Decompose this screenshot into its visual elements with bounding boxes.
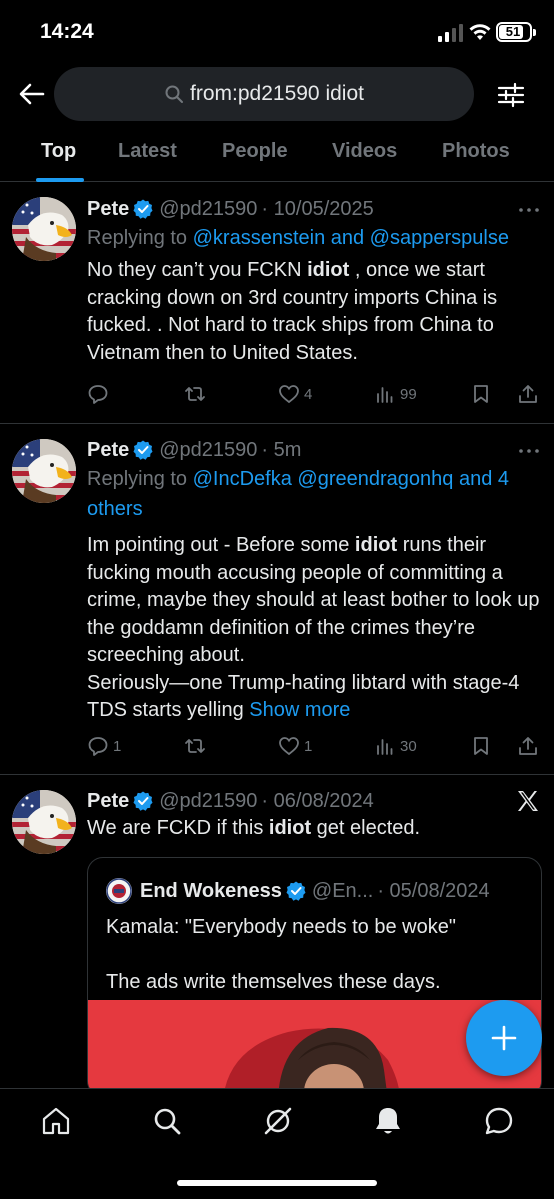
eagle-flag-avatar-icon (12, 197, 76, 261)
battery-icon: 51 (496, 22, 536, 42)
author-name[interactable]: Pete (87, 439, 129, 462)
share-icon (519, 737, 537, 755)
like-button[interactable]: 4 (278, 380, 312, 408)
tweet[interactable]: Pete @pd21590 · 5m Replying to @IncDefka… (0, 424, 554, 775)
battery-level: 51 (505, 24, 521, 39)
heart-icon (279, 737, 299, 756)
more-options-icon[interactable] (518, 448, 540, 454)
tweet-text: No they can’t you FCKN idiot , once we s… (87, 259, 498, 364)
reply-mention-link[interactable]: @krassenstein and @sapperspulse (193, 227, 509, 249)
status-time: 14:24 (40, 20, 94, 43)
verified-badge-icon (133, 791, 153, 811)
home-indicator (177, 1180, 377, 1186)
quote-text: Kamala: "Everybody needs to be woke" The… (106, 916, 456, 993)
eagle-flag-avatar-icon (12, 790, 76, 854)
verified-badge-icon (133, 199, 153, 219)
search-icon (165, 85, 184, 103)
heart-icon (279, 385, 299, 404)
wifi-icon (469, 24, 491, 40)
repost-icon (185, 739, 205, 753)
tab-latest[interactable]: Latest (118, 140, 177, 163)
filter-settings-icon[interactable] (496, 80, 526, 110)
reply-icon (88, 737, 108, 756)
tweet-text: Im pointing out - Before some idiot runs… (87, 534, 540, 721)
bookmark-icon (474, 737, 488, 755)
tweet-actions: 1 1 30 (87, 732, 541, 760)
status-bar: 14:24 51 (0, 0, 554, 64)
x-logo-icon (518, 791, 538, 811)
bookmark-icon (474, 385, 488, 403)
bookmark-button[interactable] (470, 732, 496, 760)
bookmark-button[interactable] (470, 380, 496, 408)
avatar[interactable] (12, 790, 76, 854)
tweet-time: · 06/08/2024 (261, 789, 374, 812)
search-input[interactable]: from:pd21590 idiot (54, 67, 474, 121)
share-button[interactable] (517, 732, 543, 760)
views-chart-icon (377, 387, 393, 403)
tweet-header: Pete @pd21590 · 5m (87, 436, 542, 464)
show-more-link[interactable]: Show more (249, 699, 350, 721)
tab-photos[interactable]: Photos (442, 140, 510, 163)
notifications-bell-icon[interactable] (372, 1105, 404, 1137)
messages-icon[interactable] (483, 1105, 515, 1137)
reply-icon (88, 385, 108, 404)
active-tab-indicator (36, 178, 84, 182)
compose-post-button[interactable] (466, 1000, 542, 1076)
repost-button[interactable] (184, 732, 210, 760)
replying-to: Replying to @krassenstein and @sapperspu… (87, 227, 509, 249)
more-options-icon[interactable] (518, 207, 540, 213)
repost-icon (185, 387, 205, 401)
verified-badge-icon (133, 440, 153, 460)
tweet-text: We are FCKD if this idiot get elected. (87, 817, 421, 839)
search-icon[interactable] (151, 1105, 183, 1137)
seal-avatar-icon (106, 878, 132, 904)
plus-icon (491, 1025, 517, 1051)
avatar[interactable] (12, 439, 76, 503)
quote-author-handle[interactable]: @En... (312, 880, 373, 903)
avatar[interactable] (12, 197, 76, 261)
author-name[interactable]: Pete (87, 198, 129, 221)
quote-header: End Wokeness @En... · 05/08/2024 (88, 876, 541, 906)
tab-top[interactable]: Top (41, 140, 76, 163)
author-name[interactable]: Pete (87, 790, 129, 813)
quote-time: · 05/08/2024 (377, 879, 490, 902)
home-icon[interactable] (40, 1105, 72, 1137)
replying-to: Replying to @IncDefka @greendragonhq and… (87, 468, 509, 520)
tweet[interactable]: Pete @pd21590 · 10/05/2025 Replying to @… (0, 183, 554, 424)
author-handle[interactable]: @pd21590 (159, 790, 257, 813)
tweet-header: Pete @pd21590 · 06/08/2024 (87, 787, 542, 815)
eagle-flag-avatar-icon (12, 439, 76, 503)
author-handle[interactable]: @pd21590 (159, 198, 257, 221)
repost-button[interactable] (184, 380, 210, 408)
tweet-time: · 5m (261, 438, 302, 461)
author-handle[interactable]: @pd21590 (159, 439, 257, 462)
like-button[interactable]: 1 (278, 732, 312, 760)
search-tabs: Top Latest People Videos Photos (0, 130, 554, 182)
end-wokeness-avatar (106, 878, 132, 904)
views-chart-icon (377, 739, 393, 755)
search-query: from:pd21590 idiot (190, 82, 364, 105)
tweet-header: Pete @pd21590 · 10/05/2025 (87, 195, 542, 223)
views-button[interactable]: 30 (374, 732, 417, 760)
reply-button[interactable] (87, 380, 113, 408)
tweet-actions: 4 99 (87, 380, 541, 408)
reply-button[interactable]: 1 (87, 732, 121, 760)
grok-icon[interactable] (262, 1105, 294, 1137)
back-arrow-icon[interactable] (18, 80, 46, 108)
share-icon (519, 385, 537, 403)
verified-badge-icon (286, 881, 306, 901)
cellular-signal-icon (438, 24, 463, 42)
tab-videos[interactable]: Videos (332, 140, 397, 163)
tab-people[interactable]: People (222, 140, 288, 163)
quote-author-name[interactable]: End Wokeness (140, 880, 282, 903)
views-button[interactable]: 99 (374, 380, 417, 408)
share-button[interactable] (517, 380, 543, 408)
tweet-time: · 10/05/2025 (261, 197, 374, 220)
